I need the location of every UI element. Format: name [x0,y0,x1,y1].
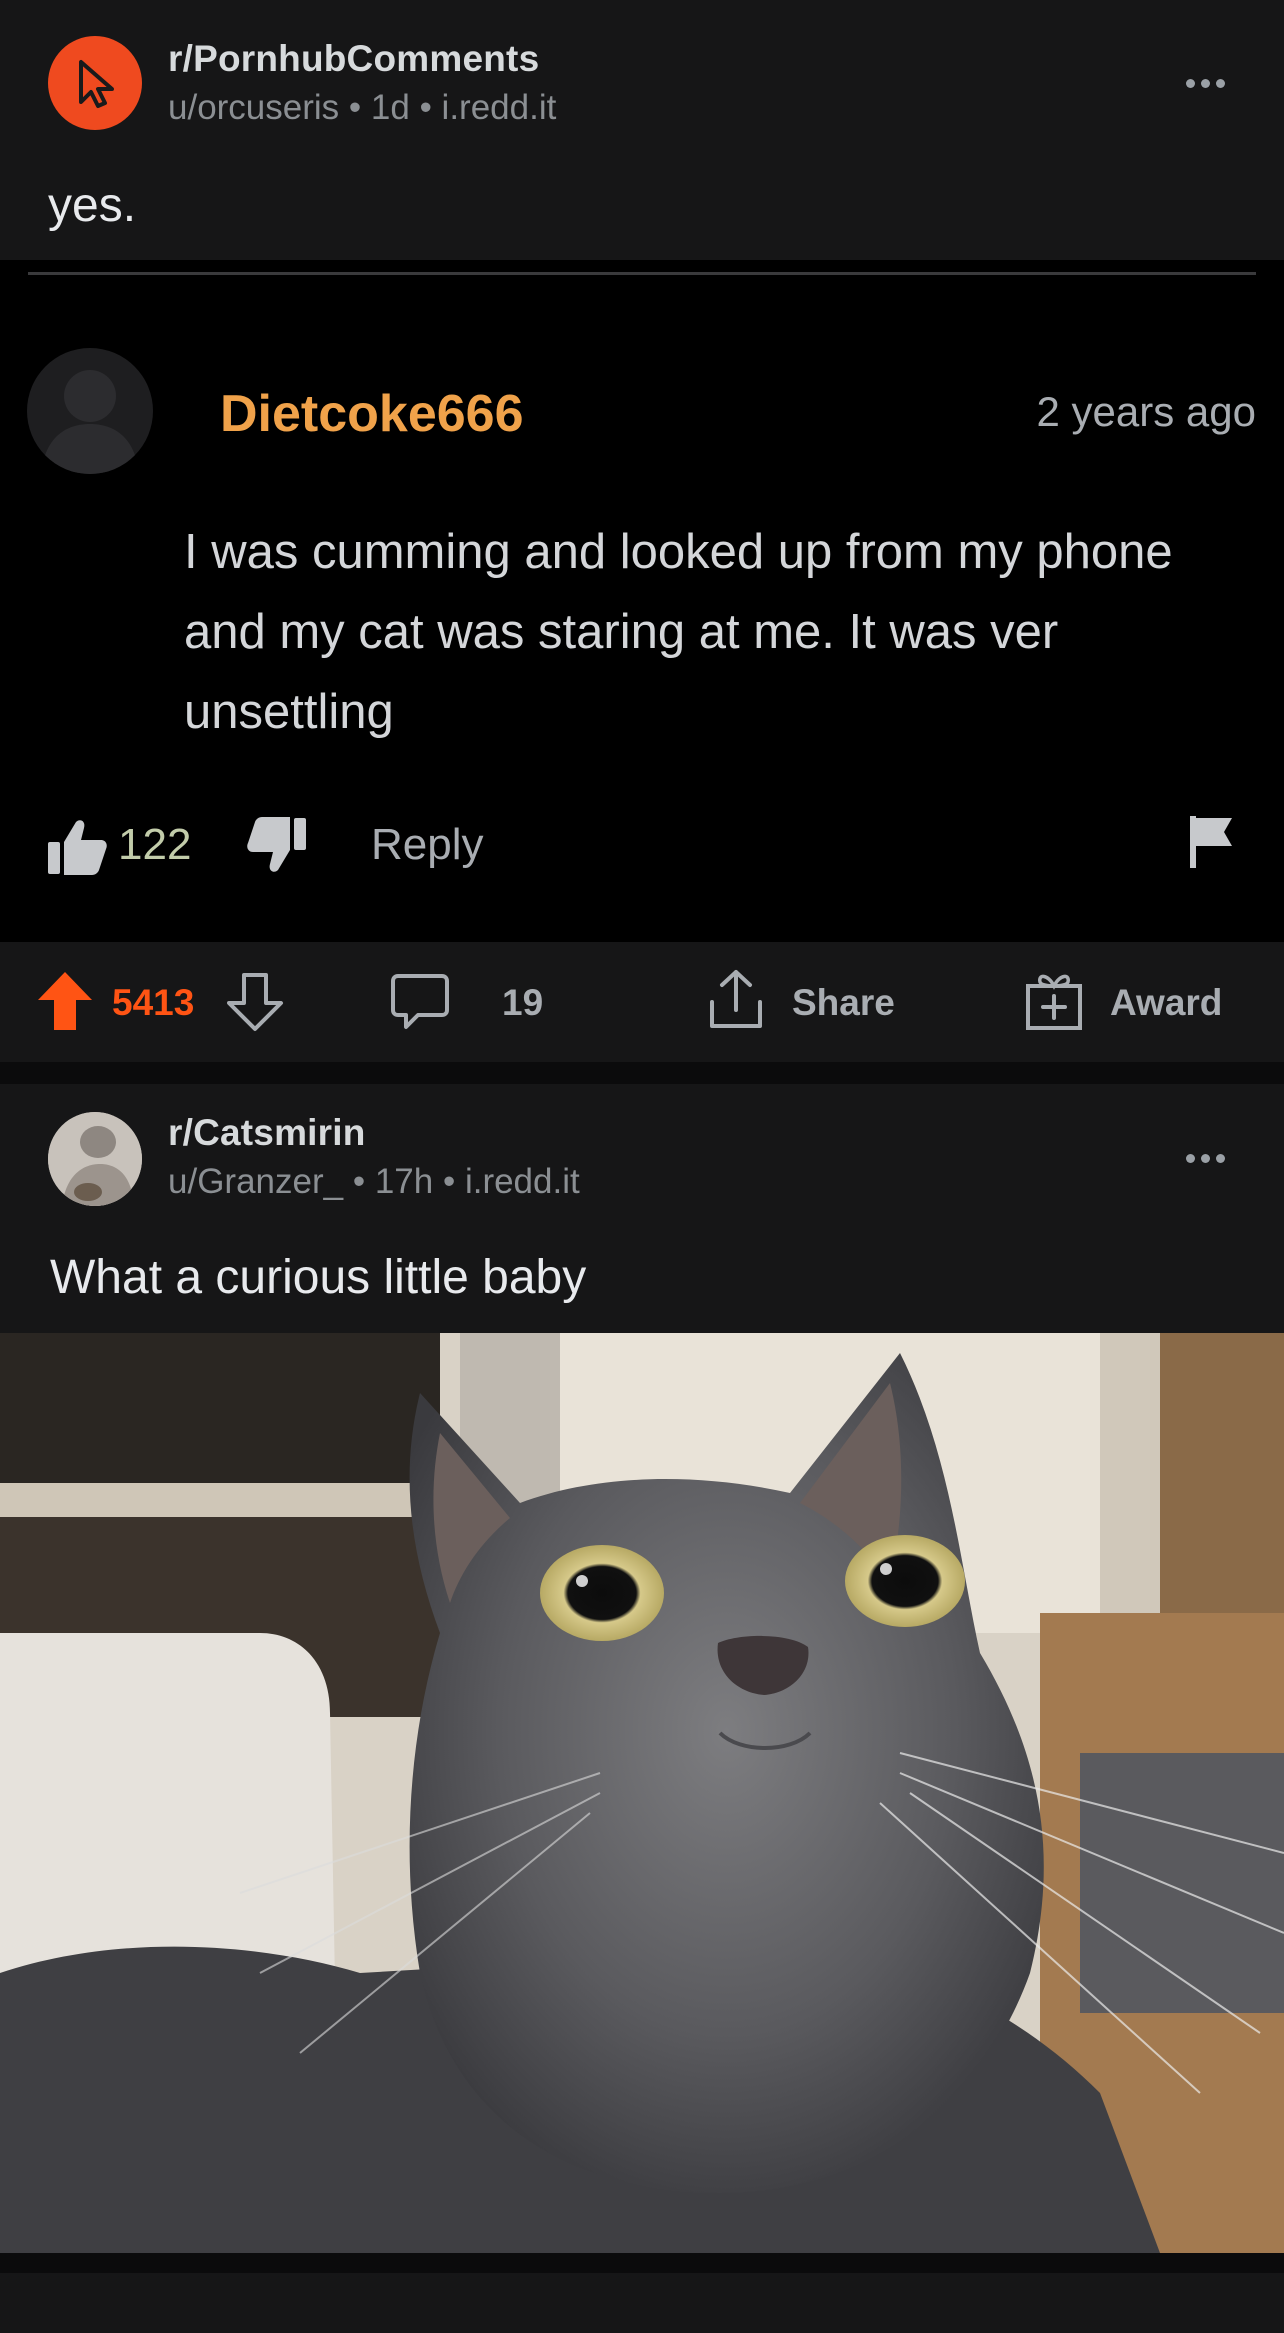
comment-like-count: 122 [118,820,192,869]
subreddit-photo-icon [48,1112,142,1206]
more-options-icon[interactable] [1186,1154,1226,1166]
post-title[interactable]: yes. [48,178,136,233]
default-user-icon [41,370,139,474]
cursor-icon [79,60,114,108]
award-gift-icon[interactable] [1024,970,1084,1032]
vote-score: 5413 [112,982,195,1023]
post-card-pornhubcomments[interactable]: r/PornhubComments u/orcuseris • 1d • i.r… [0,0,1284,260]
cat-photo [0,1333,1284,2253]
post-domain[interactable]: i.redd.it [442,88,557,127]
meta-separator: • [442,1162,465,1201]
post-image-cat-photo[interactable] [0,1333,1284,2253]
subreddit-name[interactable]: r/Catsmirin [168,1112,366,1154]
meta-separator: • [352,1162,375,1201]
share-label[interactable]: Share [792,982,895,1024]
flag-icon [1190,816,1232,868]
comment-actions: 122 Reply [0,808,1284,888]
comment-time: 2 years ago [1036,388,1256,435]
post-meta: u/Granzer_ • 17h • i.redd.it [168,1162,580,1202]
downvote-icon[interactable] [226,972,284,1032]
post-title[interactable]: What a curious little baby [50,1250,586,1305]
feed-separator [0,1062,1284,1084]
commenter-avatar [27,348,153,474]
meta-separator: • [419,88,442,127]
subreddit-avatar[interactable] [48,36,142,130]
thumbs-down-icon [247,817,306,872]
post-image-comment-screenshot[interactable]: Dietcoke666 2 years ago I was cumming an… [0,260,1284,942]
upvote-icon[interactable] [36,970,94,1032]
divider [28,272,1256,275]
comment-bubble-icon[interactable] [390,972,450,1032]
comment-reply-label: Reply [371,820,484,869]
award-label[interactable]: Award [1110,982,1222,1024]
subreddit-avatar[interactable] [48,1112,142,1206]
comment-body: I was cumming and looked up from my phon… [184,525,1173,739]
meta-separator: • [348,88,371,127]
post-author[interactable]: u/Granzer_ [168,1162,343,1201]
more-options-icon[interactable] [1186,79,1226,91]
thumbs-up-icon [48,820,107,875]
post-age: 17h [374,1162,434,1201]
post-domain[interactable]: i.redd.it [465,1162,580,1201]
post-author[interactable]: u/orcuseris [168,88,339,127]
post-meta: u/orcuseris • 1d • i.redd.it [168,88,556,128]
post-action-bar: 5413 19 Share Award [0,942,1284,1062]
post-age: 1d [370,88,410,127]
share-icon[interactable] [706,968,766,1032]
comment-count[interactable]: 19 [502,982,543,1024]
comment-username: Dietcoke666 [220,385,524,443]
subreddit-name[interactable]: r/PornhubComments [168,38,539,80]
bottom-strip [0,2253,1284,2273]
